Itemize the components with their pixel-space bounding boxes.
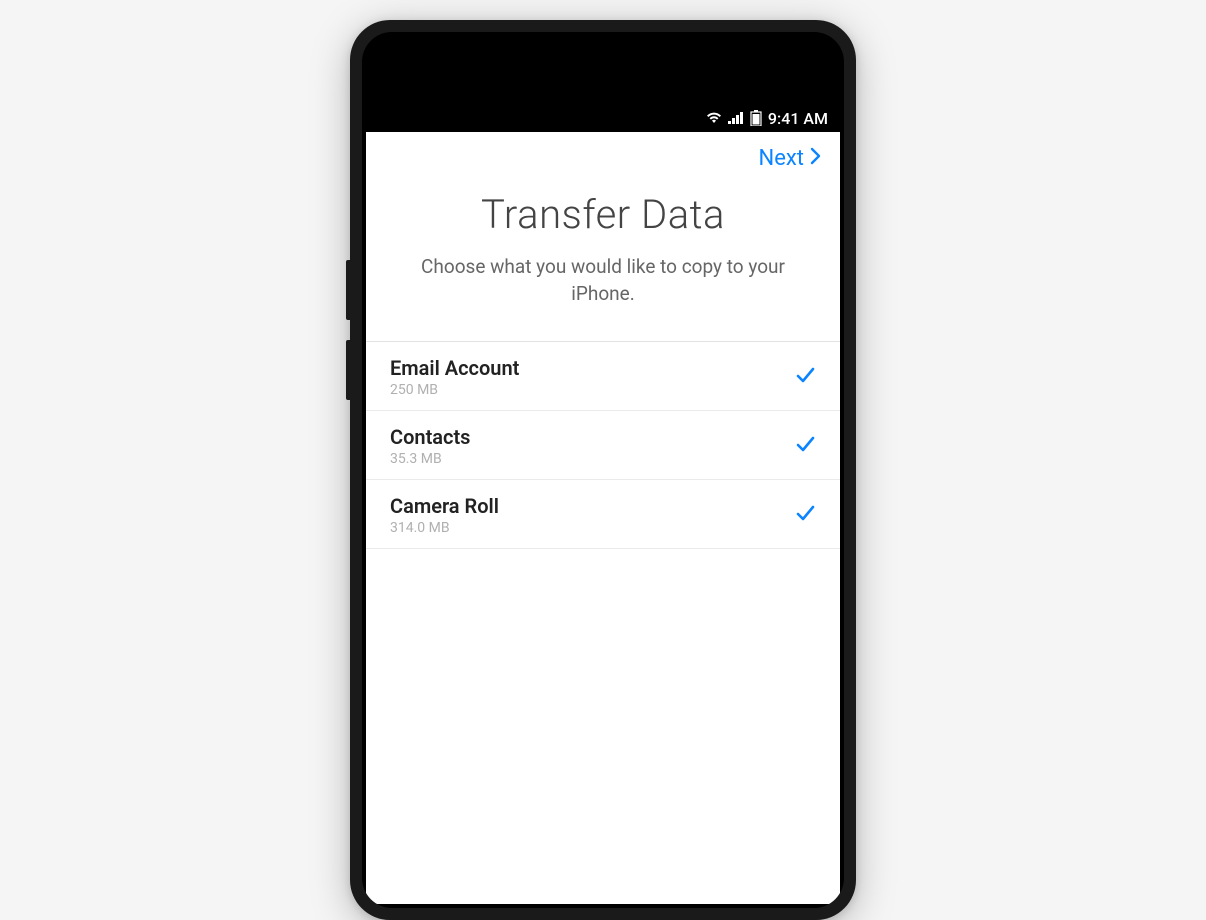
check-icon [794,364,816,390]
wifi-icon [706,112,722,124]
list-item-contacts[interactable]: Contacts 35.3 MB [366,411,840,480]
item-text: Contacts 35.3 MB [390,425,794,467]
signal-icon [728,112,744,124]
volume-down-button [346,340,350,400]
screen: 9:41 AM Next Transfer Data Choose what y… [366,104,840,904]
item-label: Camera Roll [390,494,794,518]
volume-up-button [346,260,350,320]
check-icon [794,433,816,459]
next-button[interactable]: Next [759,146,822,171]
page-subtitle: Choose what you would like to copy to yo… [398,254,808,307]
chevron-right-icon [810,146,822,171]
item-label: Email Account [390,356,794,380]
list-item-email-account[interactable]: Email Account 250 MB [366,342,840,411]
data-type-list: Email Account 250 MB Contacts 35.3 MB [366,342,840,549]
check-icon [794,502,816,528]
list-item-camera-roll[interactable]: Camera Roll 314.0 MB [366,480,840,549]
battery-icon [750,110,762,126]
header-section: Transfer Data Choose what you would like… [366,181,840,342]
page-title: Transfer Data [398,191,808,238]
item-label: Contacts [390,425,794,449]
item-size: 35.3 MB [390,451,794,467]
nav-bar: Next [366,132,840,181]
phone-inner: 9:41 AM Next Transfer Data Choose what y… [362,32,844,908]
item-size: 250 MB [390,382,794,398]
status-bar: 9:41 AM [366,104,840,132]
next-label: Next [759,146,804,171]
phone-frame: 9:41 AM Next Transfer Data Choose what y… [350,20,856,920]
item-text: Email Account 250 MB [390,356,794,398]
status-time: 9:41 AM [768,109,828,128]
item-size: 314.0 MB [390,520,794,536]
item-text: Camera Roll 314.0 MB [390,494,794,536]
